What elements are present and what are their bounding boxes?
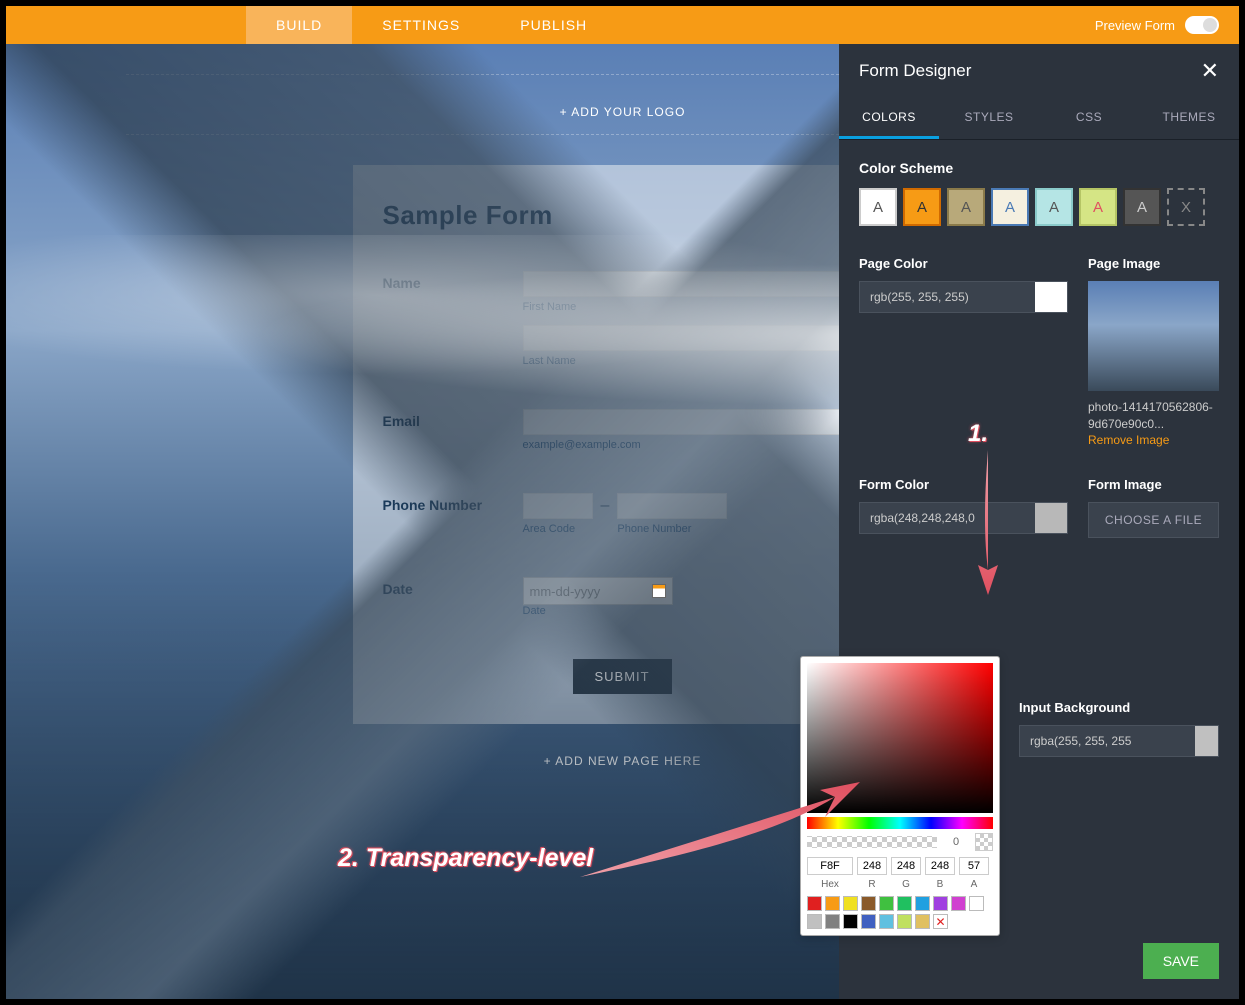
page-image-filename: photo-1414170562806-9d670e90c0... xyxy=(1088,399,1219,433)
color-preset-6[interactable] xyxy=(915,896,930,911)
form-color-chip[interactable] xyxy=(1035,503,1067,533)
annotation-2-label: 2. Transparency-level xyxy=(338,844,593,873)
page-color-label: Page Color xyxy=(859,256,1068,271)
form-color-input[interactable] xyxy=(859,502,1068,534)
color-preset-13[interactable] xyxy=(861,914,876,929)
color-preview-chip xyxy=(975,833,993,851)
color-preset-17[interactable]: ✕ xyxy=(933,914,948,929)
save-button[interactable]: SAVE xyxy=(1143,943,1219,979)
color-preset-11[interactable] xyxy=(825,914,840,929)
b-input[interactable] xyxy=(925,857,955,875)
choose-file-button[interactable]: CHOOSE A FILE xyxy=(1088,502,1219,538)
color-scheme-swatch-2[interactable]: A xyxy=(947,188,985,226)
designer-title: Form Designer xyxy=(859,61,971,81)
color-scheme-swatch-0[interactable]: A xyxy=(859,188,897,226)
tab-build[interactable]: BUILD xyxy=(246,6,352,44)
page-image-label: Page Image xyxy=(1088,256,1219,271)
color-preset-14[interactable] xyxy=(879,914,894,929)
page-color-text[interactable] xyxy=(860,282,1035,312)
color-preset-2[interactable] xyxy=(843,896,858,911)
close-icon[interactable]: ✕ xyxy=(1201,58,1219,84)
annotation-1-arrow-icon xyxy=(976,450,1000,595)
r-label: R xyxy=(857,879,887,890)
designer-tab-colors[interactable]: COLORS xyxy=(839,98,939,139)
a-input[interactable] xyxy=(959,857,989,875)
color-scheme-swatch-5[interactable]: A xyxy=(1079,188,1117,226)
toggle-icon[interactable] xyxy=(1185,16,1219,34)
color-preset-9[interactable] xyxy=(969,896,984,911)
preview-form-toggle[interactable]: Preview Form xyxy=(1095,16,1219,34)
tab-settings[interactable]: SETTINGS xyxy=(352,6,490,44)
color-preset-5[interactable] xyxy=(897,896,912,911)
designer-tab-css[interactable]: CSS xyxy=(1039,98,1139,139)
a-label: A xyxy=(959,879,989,890)
form-color-text[interactable] xyxy=(860,503,1035,533)
input-background-label: Input Background xyxy=(1019,700,1219,715)
color-preset-7[interactable] xyxy=(933,896,948,911)
r-input[interactable] xyxy=(857,857,887,875)
alpha-display-value: 0 xyxy=(943,836,969,848)
color-preset-8[interactable] xyxy=(951,896,966,911)
b-label: B xyxy=(925,879,955,890)
color-preset-0[interactable] xyxy=(807,896,822,911)
color-scheme-swatch-3[interactable]: A xyxy=(991,188,1029,226)
color-preset-3[interactable] xyxy=(861,896,876,911)
color-scheme-swatch-7[interactable]: X xyxy=(1167,188,1205,226)
color-preset-grid: ✕ xyxy=(807,896,993,929)
input-background-chip[interactable] xyxy=(1195,726,1218,756)
designer-tab-themes[interactable]: THEMES xyxy=(1139,98,1239,139)
top-navbar: BUILD SETTINGS PUBLISH Preview Form xyxy=(0,0,1245,44)
color-preset-12[interactable] xyxy=(843,914,858,929)
g-label: G xyxy=(891,879,921,890)
color-preset-4[interactable] xyxy=(879,896,894,911)
form-color-label: Form Color xyxy=(859,477,1068,492)
color-scheme-swatch-4[interactable]: A xyxy=(1035,188,1073,226)
tab-publish[interactable]: PUBLISH xyxy=(490,6,617,44)
page-image-thumbnail[interactable] xyxy=(1088,281,1219,391)
annotation-1-label: 1. xyxy=(968,420,988,448)
color-scheme-swatch-1[interactable]: A xyxy=(903,188,941,226)
calendar-icon[interactable] xyxy=(652,584,666,598)
color-preset-16[interactable] xyxy=(915,914,930,929)
page-color-input[interactable] xyxy=(859,281,1068,313)
form-image-label: Form Image xyxy=(1088,477,1219,492)
color-scheme-swatch-6[interactable]: A xyxy=(1123,188,1161,226)
designer-tab-styles[interactable]: STYLES xyxy=(939,98,1039,139)
color-scheme-heading: Color Scheme xyxy=(859,160,1219,176)
color-scheme-swatches: AAAAAAAX xyxy=(859,188,1219,226)
color-preset-10[interactable] xyxy=(807,914,822,929)
input-background-text[interactable] xyxy=(1020,726,1195,756)
annotation-2-arrow-icon xyxy=(580,782,860,882)
page-color-chip[interactable] xyxy=(1035,282,1067,312)
remove-image-link[interactable]: Remove Image xyxy=(1088,433,1219,447)
color-preset-1[interactable] xyxy=(825,896,840,911)
g-input[interactable] xyxy=(891,857,921,875)
color-preset-15[interactable] xyxy=(897,914,912,929)
input-background-input[interactable] xyxy=(1019,725,1219,757)
preview-label: Preview Form xyxy=(1095,18,1175,33)
